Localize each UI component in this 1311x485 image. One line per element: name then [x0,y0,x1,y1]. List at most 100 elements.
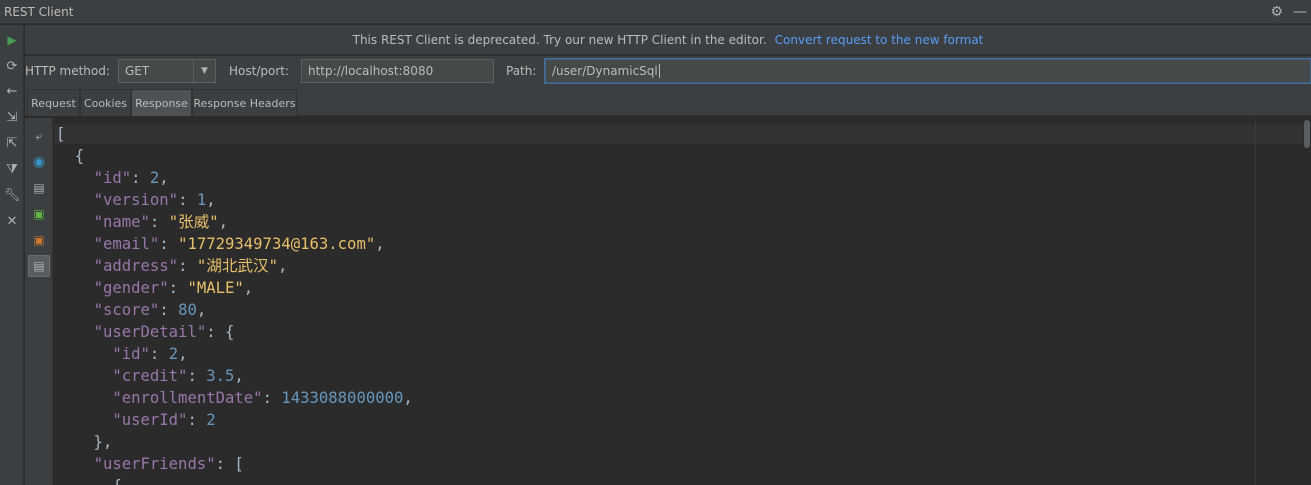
code-line: { [56,145,413,167]
response-body: [ { "id": 2, "version": 1, "name": "张威",… [56,123,413,485]
json-punctuation: , [178,345,188,363]
code-line: "version": 1, [56,189,413,211]
code-line: "email": "17729349734@163.com", [56,233,413,255]
json-punctuation: : [168,279,188,297]
code-line: "gender": "MALE", [56,277,413,299]
code-line: "id": 2, [56,343,413,365]
json-punctuation: , [243,279,254,297]
json-value: 1 [196,191,207,209]
json-value: "张威" [168,213,219,231]
document-icon[interactable]: ▤ [28,177,50,199]
right-margin-guide [1255,118,1256,485]
json-punctuation [56,257,94,275]
path-label: Path: [506,64,537,78]
json-punctuation: , [375,235,385,253]
json-punctuation: { [56,477,121,485]
import-icon[interactable]: ⇱ [0,132,24,154]
json-key: "userFriends" [93,455,216,473]
json-punctuation: : [187,411,207,429]
response-tabs: Request Cookies Response Response Header… [25,87,1311,116]
json-value: 2 [168,345,179,363]
filter-icon[interactable]: ⧩ [0,158,24,180]
close-icon[interactable]: ✕ [0,210,24,232]
tab-response-headers[interactable]: Response Headers [192,89,297,116]
json-punctuation: , [403,389,413,407]
json-punctuation: , [218,213,229,231]
json-punctuation: , [234,367,244,385]
code-line: "credit": 3.5, [56,365,413,387]
path-input[interactable]: /user/DynamicSql [545,59,1311,83]
left-toolbar: ▶ ⟳ ← ⇲ ⇱ ⧩ 🔧︎ ✕ [0,25,24,485]
scrollbar-thumb[interactable] [1304,120,1310,148]
code-line: { [56,475,413,485]
http-method-value: GET [125,64,150,78]
vertical-scrollbar[interactable] [1303,118,1311,485]
code-line: "userId": 2 [56,409,413,431]
json-key: "version" [93,191,179,209]
code-line: [ [56,123,413,145]
http-method-select[interactable]: GET ▼ [118,59,216,83]
deprecation-banner: This REST Client is deprecated. Try our … [25,25,1311,55]
json-key: "gender" [93,279,169,297]
window-title: REST Client [4,4,74,19]
json-punctuation: : [262,389,282,407]
run-icon[interactable]: ▶ [0,29,24,51]
json-key: "score" [93,301,160,319]
tab-response[interactable]: Response [131,89,192,116]
code-line: "name": "张威", [56,211,413,233]
json-punctuation [56,345,112,363]
json-punctuation [56,301,94,319]
json-value: 2 [206,411,216,429]
json-key: "id" [93,169,132,187]
tab-cookies[interactable]: Cookies [80,89,131,116]
host-port-input[interactable]: http://localhost:8080 [301,59,494,83]
json-key: "email" [93,235,160,253]
json-value: "MALE" [187,279,244,297]
json-punctuation [56,367,112,385]
back-icon[interactable]: ← [0,80,24,102]
host-port-label: Host/port: [229,64,290,78]
code-line: "id": 2, [56,167,413,189]
json-punctuation: : [149,345,169,363]
export-icon[interactable]: ⇲ [0,106,24,128]
json-punctuation: : [178,191,197,209]
json-punctuation: : [131,169,150,187]
tab-request[interactable]: Request [27,89,80,116]
json-key: "name" [93,213,150,231]
host-port-value: http://localhost:8080 [308,64,434,78]
json-value: "湖北武汉" [196,257,278,275]
refresh-icon[interactable]: ⟳ [0,55,24,77]
gear-icon[interactable]: ⚙ [1270,5,1283,19]
json-punctuation: [ [56,125,66,143]
minimize-icon[interactable]: — [1293,5,1307,19]
xml-icon[interactable]: ▣ [28,229,50,251]
json-punctuation [56,389,112,407]
json-punctuation [56,279,94,297]
json-key: "userDetail" [93,323,207,341]
tool-window-title-bar: REST Client ⚙ — [0,0,1311,24]
soft-wrap-icon[interactable]: ⤶ [28,125,50,147]
browser-icon[interactable]: ◉ [28,151,50,173]
json-punctuation [56,323,94,341]
html-icon[interactable]: ▣ [28,203,50,225]
json-key: "enrollmentDate" [112,389,263,407]
json-punctuation: : [159,301,179,319]
path-value: /user/DynamicSql [552,64,658,78]
json-value: 1433088000000 [281,389,404,407]
json-icon[interactable]: ▤ [28,255,50,277]
json-punctuation [56,411,112,429]
json-value: 80 [178,301,197,319]
json-value: "17729349734@163.com" [178,235,376,253]
code-line: "userFriends": [ [56,453,413,475]
request-row: HTTP method: GET ▼ Host/port: http://loc… [25,56,1311,87]
json-key: "userId" [112,411,188,429]
json-punctuation: }, [56,433,113,451]
chevron-down-icon[interactable]: ▼ [193,60,215,82]
json-punctuation: : { [206,323,235,341]
wrench-icon[interactable]: 🔧︎ [0,184,24,206]
response-editor[interactable]: [ { "id": 2, "version": 1, "name": "张威",… [54,118,1311,485]
json-key: "credit" [112,367,188,385]
json-key: "address" [93,257,179,275]
banner-message: This REST Client is deprecated. Try our … [352,32,767,47]
convert-request-link[interactable]: Convert request to the new format [775,33,984,47]
